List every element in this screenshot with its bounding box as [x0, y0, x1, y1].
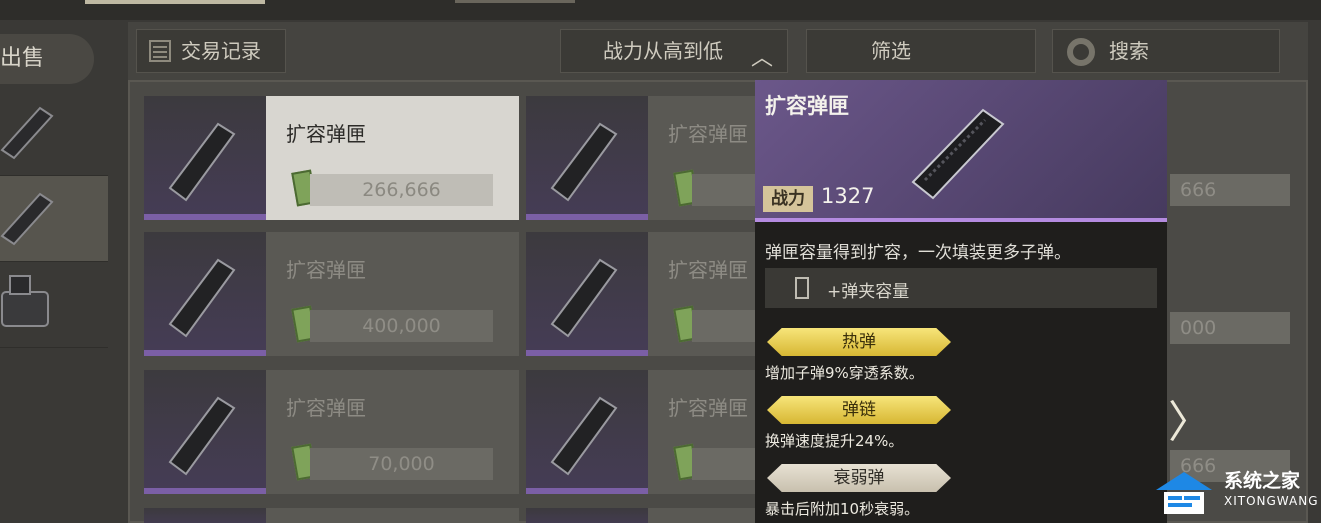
partial-price: 000	[1170, 312, 1290, 344]
item-card[interactable]: 扩容弹匣 70,000	[144, 370, 519, 494]
item-thumbnail	[526, 96, 648, 220]
magazine-icon	[0, 192, 54, 246]
trade-record-label: 交易记录	[181, 39, 261, 63]
next-page-arrow[interactable]: 〉	[1168, 386, 1212, 450]
item-detail-tooltip: 扩容弹匣 战力 1327 弹匣容量得到扩容，一次填装更多子弹。 +弹夹容量 热弹…	[755, 80, 1167, 523]
watermark: 系统之家 XITONGWANG	[1148, 462, 1318, 520]
watermark-subtitle: XITONGWANG	[1224, 494, 1319, 508]
magazine-icon	[550, 396, 618, 476]
watermark-title: 系统之家	[1224, 470, 1301, 492]
stat-label: +弹夹容量	[827, 282, 910, 302]
item-name: 扩容弹匣	[668, 122, 748, 146]
sidebar: 出售	[0, 20, 108, 523]
tooltip-title: 扩容弹匣	[765, 94, 849, 118]
filter-label: 筛选	[871, 39, 911, 63]
item-price: 400,000	[310, 310, 493, 342]
item-thumbnail	[144, 96, 266, 220]
item-card[interactable]: 扩容弹匣 266,666	[144, 96, 519, 220]
item-name: 扩容弹匣	[286, 396, 366, 420]
perk-description: 暴击后附加10秒衰弱。	[765, 500, 920, 518]
list-icon	[149, 40, 171, 62]
filter-button[interactable]: 筛选	[806, 29, 1036, 73]
perk-badge: 热弹	[767, 328, 951, 356]
search-button[interactable]: 搜索	[1052, 29, 1280, 73]
gun-part-icon	[1, 275, 49, 327]
top-strip	[0, 0, 1321, 20]
chevron-up-icon: ︿	[750, 46, 773, 71]
item-name: 扩容弹匣	[668, 396, 748, 420]
magazine-icon	[0, 106, 54, 160]
top-tab-indicator	[85, 0, 265, 4]
magazine-icon	[550, 122, 618, 202]
partial-price: 666	[1170, 174, 1290, 206]
item-thumbnail	[144, 508, 266, 523]
item-name: 扩容弹匣	[668, 258, 748, 282]
sort-label: 战力从高到低	[603, 39, 723, 63]
item-thumbnail	[526, 370, 648, 494]
magazine-icon	[168, 122, 236, 202]
item-name: 扩容弹匣	[286, 258, 366, 282]
house-logo-icon	[1156, 472, 1212, 514]
perk-badge: 衰弱弹	[767, 464, 951, 492]
magazine-icon	[550, 258, 618, 338]
trade-record-button[interactable]: 交易记录	[136, 29, 286, 73]
item-card[interactable]	[144, 508, 519, 523]
power-value: 1327	[821, 184, 875, 208]
tooltip-header: 扩容弹匣 战力 1327	[755, 80, 1167, 222]
perk-description: 增加子弹9%穿透系数。	[765, 364, 924, 382]
item-price: 266,666	[310, 174, 493, 206]
search-label: 搜索	[1109, 39, 1149, 63]
magazine-icon	[168, 396, 236, 476]
item-description: 弹匣容量得到扩容，一次填装更多子弹。	[765, 243, 1071, 263]
top-tab-indicator-2	[455, 0, 575, 3]
stat-row: +弹夹容量	[765, 268, 1157, 308]
sort-button[interactable]: 战力从高到低 ︿	[560, 29, 788, 73]
perk-description: 换弹速度提升24%。	[765, 432, 904, 450]
magazine-capacity-icon	[795, 277, 809, 299]
magazine-icon	[911, 108, 1005, 200]
item-thumbnail	[144, 232, 266, 356]
item-name: 扩容弹匣	[286, 122, 366, 146]
item-thumbnail	[526, 232, 648, 356]
sell-tab-button[interactable]: 出售	[0, 34, 94, 84]
power-badge: 战力	[763, 186, 813, 212]
item-price: 70,000	[310, 448, 493, 480]
item-thumbnail	[526, 508, 648, 523]
magazine-icon	[168, 258, 236, 338]
toolbar: 交易记录 战力从高到低 ︿ 筛选 搜索	[128, 22, 1308, 80]
perk-badge: 弹链	[767, 396, 951, 424]
sidebar-item-1[interactable]	[0, 90, 108, 176]
item-thumbnail	[144, 370, 266, 494]
sidebar-item-3[interactable]	[0, 262, 108, 348]
sidebar-item-2[interactable]	[0, 176, 108, 262]
item-card[interactable]: 扩容弹匣 400,000	[144, 232, 519, 356]
search-icon	[1067, 38, 1095, 66]
